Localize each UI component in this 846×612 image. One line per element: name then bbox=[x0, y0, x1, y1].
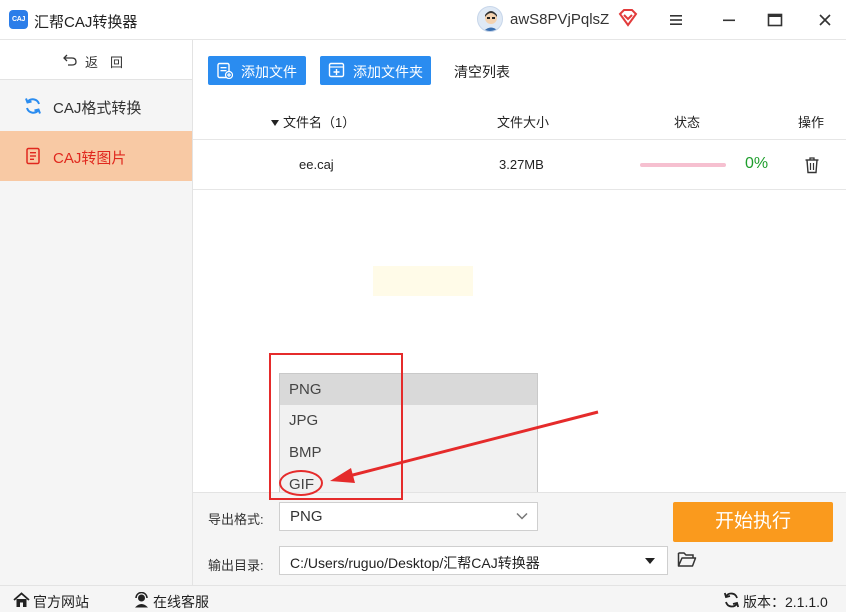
sidebar: 返回 CAJ格式转换 CAJ转图片 bbox=[0, 40, 193, 585]
add-folder-label: 添加文件夹 bbox=[353, 64, 423, 80]
app-title: 汇帮CAJ转换器 bbox=[34, 14, 138, 31]
column-header-name[interactable]: 文件名（1） bbox=[271, 112, 355, 131]
sidebar-item-caj-to-image[interactable]: CAJ转图片 bbox=[0, 131, 192, 181]
document-icon bbox=[26, 147, 40, 165]
faint-highlight bbox=[373, 266, 473, 296]
table-row[interactable]: ee.caj 3.27MB 0% bbox=[193, 141, 846, 190]
progress-bar bbox=[640, 163, 726, 167]
add-file-label: 添加文件 bbox=[241, 64, 297, 80]
sidebar-item-label: CAJ转图片 bbox=[53, 150, 127, 167]
file-table-header: 文件名（1） 文件大小 状态 操作 bbox=[193, 100, 846, 140]
online-service-label: 在线客服 bbox=[153, 594, 209, 610]
column-header-action: 操作 bbox=[798, 115, 825, 130]
menu-icon[interactable] bbox=[664, 8, 688, 32]
update-icon bbox=[723, 592, 740, 608]
output-dir-label: 输出目录: bbox=[208, 558, 264, 573]
user-avatar[interactable] bbox=[477, 6, 503, 32]
back-button[interactable]: 返回 bbox=[0, 40, 192, 80]
folder-open-icon[interactable] bbox=[677, 551, 697, 568]
annotation-ellipse bbox=[279, 470, 323, 496]
export-format-label: 导出格式: bbox=[208, 512, 264, 527]
close-icon[interactable] bbox=[813, 8, 837, 32]
back-label: 返回 bbox=[85, 55, 136, 70]
column-header-size: 文件大小 bbox=[497, 115, 550, 130]
version-label: 版本：2.1.1.0 bbox=[743, 594, 828, 610]
minimize-icon[interactable] bbox=[717, 8, 741, 32]
vip-diamond-icon[interactable] bbox=[618, 9, 638, 27]
export-format-value: PNG bbox=[290, 508, 323, 525]
home-icon bbox=[13, 592, 30, 607]
add-file-icon bbox=[217, 62, 233, 79]
file-size: 3.27MB bbox=[499, 157, 544, 172]
footer: 官方网站 在线客服 版本：2.1.1.0 bbox=[0, 585, 846, 612]
official-site-label: 官方网站 bbox=[33, 594, 89, 610]
sort-arrow-icon bbox=[271, 120, 279, 126]
add-file-button[interactable]: 添加文件 bbox=[208, 56, 306, 85]
sidebar-item-caj-format[interactable]: CAJ格式转换 bbox=[0, 81, 192, 131]
avatar-icon bbox=[483, 11, 499, 31]
column-header-status: 状态 bbox=[674, 115, 701, 130]
back-arrow-icon bbox=[63, 54, 77, 66]
start-button[interactable]: 开始执行 bbox=[673, 502, 833, 542]
clear-list-button[interactable]: 清空列表 bbox=[454, 62, 510, 82]
chevron-down-icon bbox=[516, 512, 528, 520]
settings-panel: 导出格式: PNG 输出目录: C:/Users/ruguo/Desktop/汇… bbox=[193, 492, 846, 585]
file-name: ee.caj bbox=[299, 157, 334, 172]
add-folder-button[interactable]: 添加文件夹 bbox=[320, 56, 431, 85]
add-folder-icon bbox=[328, 62, 345, 78]
title-bar: CAJ 汇帮CAJ转换器 awS8PVjPqlsZ bbox=[0, 0, 846, 40]
refresh-icon bbox=[25, 98, 41, 114]
maximize-icon[interactable] bbox=[763, 8, 787, 32]
trash-icon[interactable] bbox=[804, 156, 820, 174]
sidebar-item-label: CAJ格式转换 bbox=[53, 100, 142, 117]
export-format-select[interactable]: PNG bbox=[279, 502, 538, 531]
username[interactable]: awS8PVjPqlsZ bbox=[510, 11, 609, 28]
caret-down-icon bbox=[645, 558, 655, 564]
output-dir-value: C:/Users/ruguo/Desktop/汇帮CAJ转换器 bbox=[290, 555, 540, 571]
output-dir-select[interactable]: C:/Users/ruguo/Desktop/汇帮CAJ转换器 bbox=[279, 546, 668, 575]
customer-service-icon bbox=[135, 592, 148, 608]
progress-percent: 0% bbox=[745, 155, 769, 172]
app-logo-icon: CAJ bbox=[9, 10, 28, 29]
